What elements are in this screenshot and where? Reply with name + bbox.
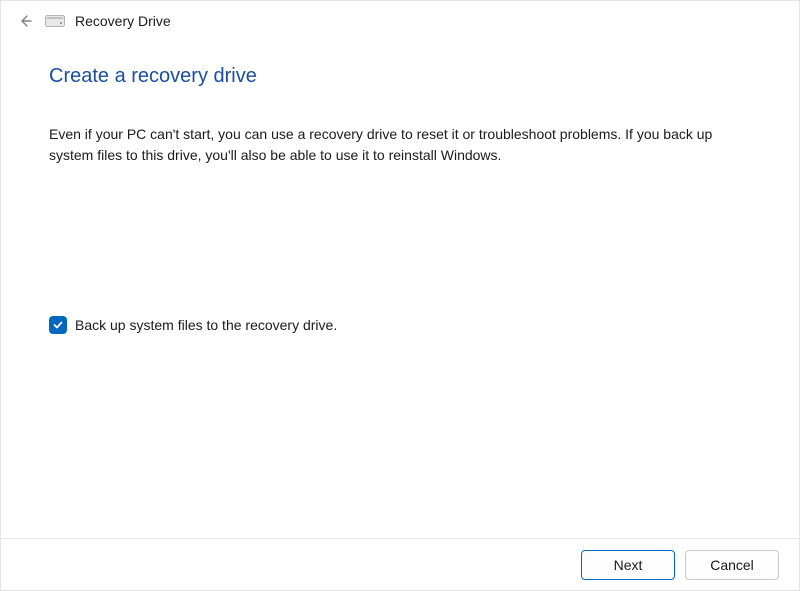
back-arrow-icon[interactable] <box>15 11 35 31</box>
wizard-content: Create a recovery drive Even if your PC … <box>1 41 799 334</box>
backup-checkbox-label: Back up system files to the recovery dri… <box>75 317 337 333</box>
next-button[interactable]: Next <box>581 550 675 580</box>
cancel-button[interactable]: Cancel <box>685 550 779 580</box>
window-title: Recovery Drive <box>75 13 171 29</box>
recovery-drive-icon <box>45 14 65 28</box>
page-title: Create a recovery drive <box>49 65 751 88</box>
wizard-footer: Next Cancel <box>1 538 799 590</box>
backup-checkbox-row[interactable]: Back up system files to the recovery dri… <box>49 316 751 334</box>
backup-checkbox[interactable] <box>49 316 67 334</box>
description-text: Even if your PC can't start, you can use… <box>49 124 729 166</box>
wizard-header: Recovery Drive <box>1 1 799 41</box>
